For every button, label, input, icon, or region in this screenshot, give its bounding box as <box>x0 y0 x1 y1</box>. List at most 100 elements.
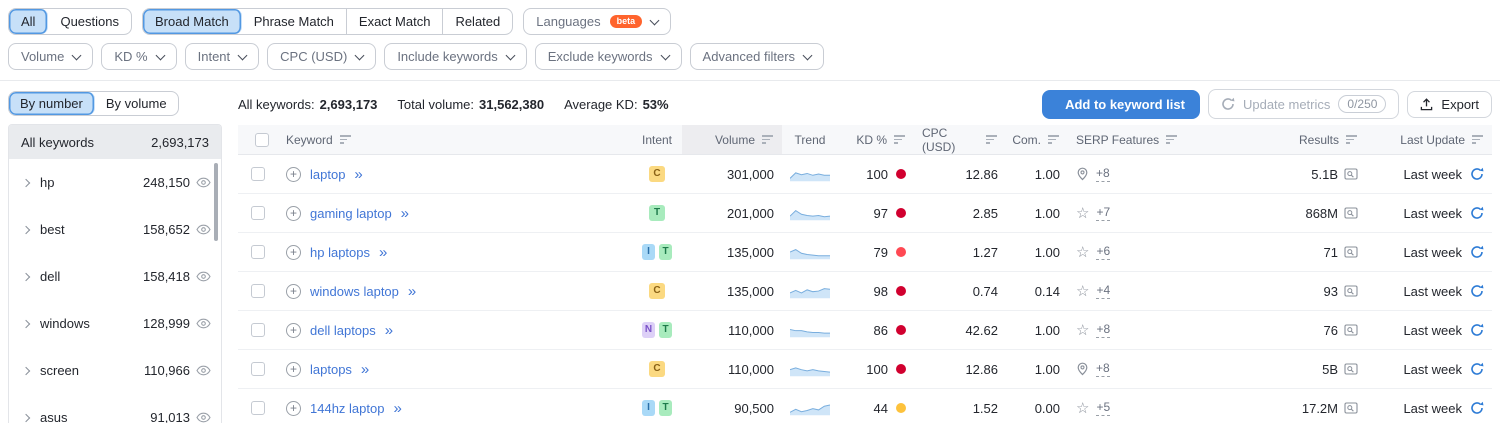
sidebar-group-screen[interactable]: screen 110,966 <box>9 347 221 394</box>
column-header-results[interactable]: Results <box>1218 125 1366 154</box>
row-checkbox[interactable] <box>251 206 265 220</box>
add-keyword-icon[interactable]: + <box>286 244 301 260</box>
sort-icon[interactable] <box>1472 135 1484 144</box>
add-keyword-icon[interactable]: + <box>286 283 301 299</box>
column-header-kd[interactable]: KD % <box>838 125 914 154</box>
filter-intent[interactable]: Intent <box>184 43 260 70</box>
column-header-select-all[interactable] <box>238 125 278 154</box>
add-keyword-icon[interactable]: + <box>286 205 301 221</box>
tab-broad-match[interactable]: Broad Match <box>143 9 242 34</box>
eye-icon[interactable] <box>196 177 211 188</box>
refresh-icon[interactable] <box>1470 245 1484 259</box>
all-keywords-row[interactable]: All keywords 2,693,173 <box>9 125 221 159</box>
tab-all[interactable]: All <box>9 9 49 34</box>
serp-preview-icon[interactable] <box>1344 246 1358 258</box>
column-header-com[interactable]: Com. <box>1006 125 1068 154</box>
add-keyword-icon[interactable]: + <box>286 400 301 416</box>
serp-features-more[interactable]: +8 <box>1096 166 1110 182</box>
serp-preview-icon[interactable] <box>1344 168 1358 180</box>
eye-icon[interactable] <box>196 271 211 282</box>
refresh-icon[interactable] <box>1470 206 1484 220</box>
filter-advanced-filters[interactable]: Advanced filters <box>689 43 825 70</box>
sidebar-group-asus[interactable]: asus 91,013 <box>9 394 221 423</box>
refresh-icon[interactable] <box>1470 362 1484 376</box>
column-header-serp-features[interactable]: SERP Features <box>1068 125 1218 154</box>
filter-include-keywords[interactable]: Include keywords <box>384 43 527 70</box>
serp-features-more[interactable]: +4 <box>1096 283 1111 299</box>
add-to-keyword-list-button[interactable]: Add to keyword list <box>1042 89 1200 119</box>
filter-exclude-keywords[interactable]: Exclude keywords <box>534 43 682 70</box>
expand-keyword-icon[interactable]: » <box>361 361 369 378</box>
sidebar-scrollbar[interactable] <box>214 163 218 241</box>
tab-related[interactable]: Related <box>443 9 512 34</box>
toggle-by-volume[interactable]: By volume <box>95 92 178 115</box>
keyword-link[interactable]: laptops <box>310 362 352 377</box>
sort-icon[interactable] <box>339 135 352 144</box>
keyword-link[interactable]: hp laptops <box>310 245 370 260</box>
serp-preview-icon[interactable] <box>1344 363 1358 375</box>
filter-cpc-usd-[interactable]: CPC (USD) <box>267 43 377 70</box>
serp-features-more[interactable]: +7 <box>1096 205 1111 221</box>
sidebar-group-hp[interactable]: hp 248,150 <box>9 159 221 206</box>
eye-icon[interactable] <box>196 318 211 329</box>
select-all-checkbox[interactable] <box>254 132 269 147</box>
refresh-icon[interactable] <box>1470 284 1484 298</box>
row-checkbox[interactable] <box>251 323 265 337</box>
eye-icon[interactable] <box>196 224 211 235</box>
keyword-link[interactable]: 144hz laptop <box>310 401 384 416</box>
sidebar-group-best[interactable]: best 158,652 <box>9 206 221 253</box>
sort-icon[interactable] <box>1048 135 1060 144</box>
expand-keyword-icon[interactable]: » <box>379 244 387 261</box>
refresh-icon[interactable] <box>1470 167 1484 181</box>
row-checkbox[interactable] <box>251 284 265 298</box>
tab-questions[interactable]: Questions <box>48 9 131 34</box>
serp-preview-icon[interactable] <box>1344 207 1358 219</box>
column-header-trend[interactable]: Trend <box>782 125 838 154</box>
row-checkbox[interactable] <box>251 401 265 415</box>
expand-keyword-icon[interactable]: » <box>385 322 393 339</box>
expand-keyword-icon[interactable]: » <box>354 166 362 183</box>
serp-features-more[interactable]: +8 <box>1096 322 1111 338</box>
row-checkbox[interactable] <box>251 245 265 259</box>
sort-icon[interactable] <box>894 135 906 144</box>
serp-features-more[interactable]: +5 <box>1096 400 1111 416</box>
sort-icon[interactable] <box>762 135 774 144</box>
serp-preview-icon[interactable] <box>1344 324 1358 336</box>
keyword-link[interactable]: windows laptop <box>310 284 399 299</box>
keyword-link[interactable]: dell laptops <box>310 323 376 338</box>
refresh-icon[interactable] <box>1470 323 1484 337</box>
eye-icon[interactable] <box>196 365 211 376</box>
column-header-cpc[interactable]: CPC (USD) <box>914 125 1006 154</box>
add-keyword-icon[interactable]: + <box>286 322 301 338</box>
tab-phrase-match[interactable]: Phrase Match <box>242 9 347 34</box>
expand-keyword-icon[interactable]: » <box>393 400 401 417</box>
column-header-last-update[interactable]: Last Update <box>1366 125 1492 154</box>
languages-dropdown[interactable]: Languages beta <box>523 8 672 35</box>
column-header-keyword[interactable]: Keyword <box>278 125 632 154</box>
column-header-intent[interactable]: Intent <box>632 125 682 154</box>
eye-icon[interactable] <box>196 412 211 423</box>
serp-features-more[interactable]: +6 <box>1096 244 1111 260</box>
filter-volume[interactable]: Volume <box>8 43 94 70</box>
tab-exact-match[interactable]: Exact Match <box>347 9 444 34</box>
sort-icon[interactable] <box>1346 135 1358 144</box>
serp-preview-icon[interactable] <box>1344 402 1358 414</box>
add-keyword-icon[interactable]: + <box>286 166 301 182</box>
update-metrics-button[interactable]: Update metrics 0/250 <box>1207 89 1400 119</box>
add-keyword-icon[interactable]: + <box>286 361 301 377</box>
sort-icon[interactable] <box>1166 135 1178 144</box>
filter-kd-[interactable]: KD % <box>101 43 177 70</box>
export-button[interactable]: Export <box>1407 90 1492 118</box>
keyword-link[interactable]: gaming laptop <box>310 206 392 221</box>
keyword-link[interactable]: laptop <box>310 167 345 182</box>
sidebar-group-windows[interactable]: windows 128,999 <box>9 300 221 347</box>
refresh-icon[interactable] <box>1470 401 1484 415</box>
sidebar-group-dell[interactable]: dell 158,418 <box>9 253 221 300</box>
toggle-by-number[interactable]: By number <box>9 92 95 115</box>
serp-preview-icon[interactable] <box>1344 285 1358 297</box>
column-header-volume[interactable]: Volume <box>682 125 782 154</box>
expand-keyword-icon[interactable]: » <box>408 283 416 300</box>
serp-features-more[interactable]: +8 <box>1096 361 1110 377</box>
sort-icon[interactable] <box>986 135 998 144</box>
row-checkbox[interactable] <box>251 167 265 181</box>
